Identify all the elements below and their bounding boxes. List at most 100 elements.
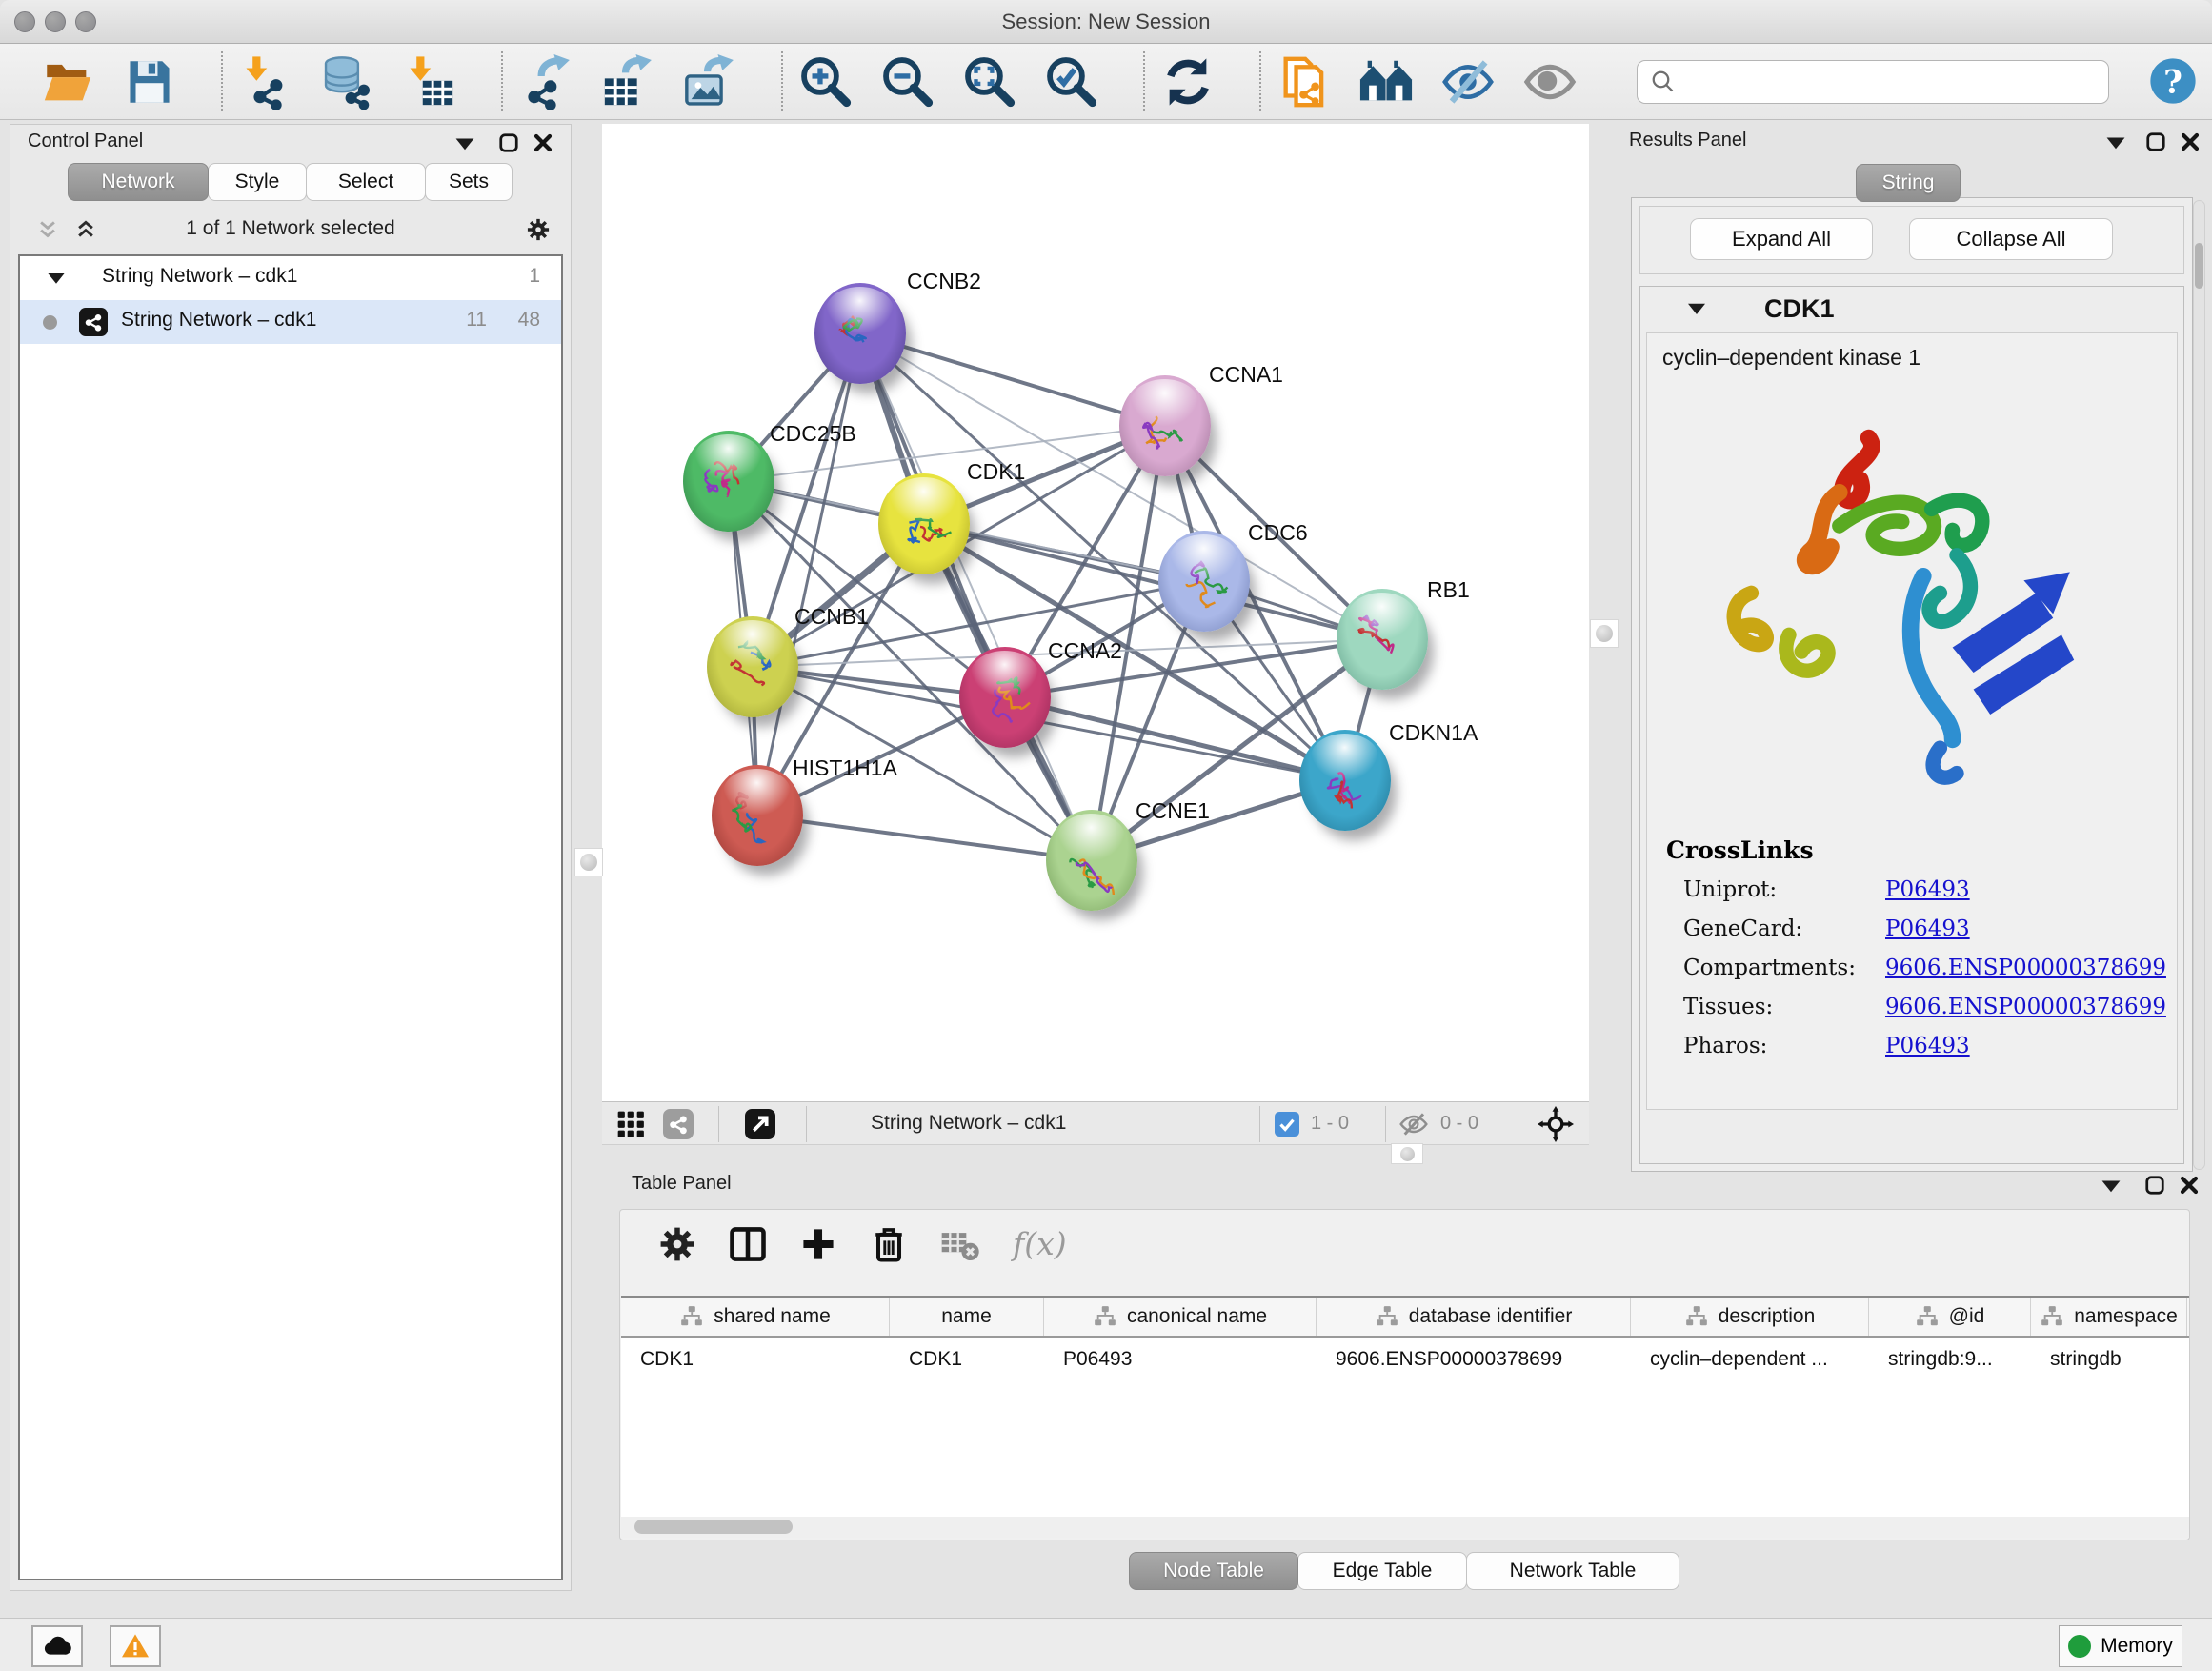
network-node-RB1[interactable] xyxy=(1337,589,1428,690)
string-view-icon[interactable] xyxy=(663,1109,694,1139)
grid-view-icon[interactable] xyxy=(615,1109,646,1139)
network-node-CCNB2[interactable] xyxy=(814,283,906,384)
crosslink-link[interactable]: P06493 xyxy=(1885,877,1970,902)
bottom-splitter-handle[interactable] xyxy=(1391,1143,1423,1164)
main-toolbar: ? xyxy=(0,44,2212,120)
memory-label: Memory xyxy=(2101,1635,2173,1658)
network-node-CCNE1[interactable] xyxy=(1046,810,1137,911)
table-options-gear-icon[interactable] xyxy=(656,1223,698,1265)
cloud-status-button[interactable] xyxy=(31,1625,83,1667)
clone-network-button[interactable] xyxy=(1277,54,1332,110)
crosslink-row: Uniprot:P06493 xyxy=(1666,877,2166,902)
fit-selected-crosshair-icon[interactable] xyxy=(1538,1106,1574,1142)
crosslink-link[interactable]: 9606.ENSP00000378699 xyxy=(1885,995,2166,1019)
show-all-button[interactable] xyxy=(1522,54,1578,110)
column-header-name[interactable]: name xyxy=(890,1298,1044,1336)
import-network-button[interactable] xyxy=(238,54,293,110)
window-title: Session: New Session xyxy=(0,10,2212,34)
import-table-button[interactable] xyxy=(402,54,457,110)
tab-style[interactable]: Style xyxy=(208,163,307,201)
toolbar-separator xyxy=(1143,51,1145,111)
show-columns-icon[interactable] xyxy=(727,1223,769,1265)
column-header-database-identifier[interactable]: database identifier xyxy=(1317,1298,1631,1336)
column-header-description[interactable]: description xyxy=(1631,1298,1869,1336)
close-panel-icon[interactable] xyxy=(533,132,553,153)
export-network-button[interactable] xyxy=(518,54,573,110)
table-cell: stringdb:9... xyxy=(1869,1338,2031,1381)
network-row[interactable]: String Network – cdk1 11 48 xyxy=(20,300,561,344)
zoom-selected-button[interactable] xyxy=(1044,54,1099,110)
network-node-CDC6[interactable] xyxy=(1158,531,1250,632)
tab-select[interactable]: Select xyxy=(306,163,426,201)
network-collection-row[interactable]: String Network – cdk1 1 xyxy=(20,256,561,300)
close-panel-icon[interactable] xyxy=(2179,1175,2200,1196)
collection-expand-icon[interactable] xyxy=(47,270,66,287)
tab-network[interactable]: Network xyxy=(68,163,209,201)
crosslink-link[interactable]: P06493 xyxy=(1885,1034,1970,1058)
network-node-CDKN1A[interactable] xyxy=(1299,730,1391,831)
search-box[interactable] xyxy=(1637,60,2109,104)
network-node-CDK1[interactable] xyxy=(878,473,970,574)
crosslink-link[interactable]: 9606.ENSP00000378699 xyxy=(1885,956,2166,980)
memory-button[interactable]: Memory xyxy=(2059,1625,2182,1667)
section-collapse-icon[interactable] xyxy=(1686,300,1707,317)
open-session-button[interactable] xyxy=(40,54,95,110)
zoom-in-button[interactable] xyxy=(798,54,854,110)
hide-selected-button[interactable] xyxy=(1440,54,1496,110)
network-node-CCNA1[interactable] xyxy=(1119,375,1211,476)
network-canvas[interactable]: CCNB2CCNA1CDC25BCDK1CDC6RB1CCNB1CCNA2CDK… xyxy=(602,124,1589,1101)
zoom-fit-button[interactable] xyxy=(962,54,1017,110)
warnings-button[interactable] xyxy=(110,1625,161,1667)
table-horizontal-scrollbar[interactable] xyxy=(621,1517,2189,1538)
table-row[interactable]: CDK1CDK1P064939606.ENSP00000378699cyclin… xyxy=(621,1338,2189,1381)
toolbar-separator xyxy=(221,51,223,111)
hierarchy-icon xyxy=(1684,1304,1709,1329)
export-image-button[interactable] xyxy=(682,54,737,110)
crosslink-row: Tissues:9606.ENSP00000378699 xyxy=(1666,995,2166,1019)
toolbar-separator xyxy=(1259,51,1261,111)
close-panel-icon[interactable] xyxy=(2180,131,2201,152)
results-scrollbar[interactable] xyxy=(2193,200,2205,1170)
maximize-panel-icon[interactable] xyxy=(2145,131,2166,152)
detach-view-icon[interactable] xyxy=(745,1109,775,1139)
column-header-canonical-name[interactable]: canonical name xyxy=(1044,1298,1317,1336)
add-column-icon[interactable] xyxy=(797,1223,839,1265)
float-panel-icon[interactable] xyxy=(2105,132,2126,153)
crosslink-link[interactable]: P06493 xyxy=(1885,916,1970,941)
network-node-CCNA2[interactable] xyxy=(959,647,1051,748)
protein-section-header[interactable]: CDK1 xyxy=(1640,287,2183,331)
left-splitter-handle[interactable] xyxy=(574,848,603,876)
selected-checkbox-icon[interactable] xyxy=(1275,1112,1299,1137)
hidden-count-badge: 0 - 0 xyxy=(1440,1113,1478,1135)
first-neighbors-houses-button[interactable] xyxy=(1358,54,1414,110)
collapse-all-button[interactable]: Collapse All xyxy=(1909,218,2113,260)
column-header-shared-name[interactable]: shared name xyxy=(621,1298,890,1336)
network-node-HIST1H1A[interactable] xyxy=(712,765,803,866)
network-node-CCNB1[interactable] xyxy=(707,616,798,717)
network-options-gear-icon[interactable] xyxy=(525,216,552,243)
crosslink-label: Tissues: xyxy=(1666,995,1885,1019)
maximize-panel-icon[interactable] xyxy=(2144,1175,2165,1196)
tab-string[interactable]: String xyxy=(1856,164,1961,202)
refresh-button[interactable] xyxy=(1160,54,1216,110)
hierarchy-icon xyxy=(1093,1304,1117,1329)
float-panel-icon[interactable] xyxy=(454,133,475,154)
float-panel-icon[interactable] xyxy=(2101,1176,2122,1197)
help-button[interactable]: ? xyxy=(2147,55,2199,107)
title-bar: Session: New Session xyxy=(0,0,2212,44)
network-node-CDC25B[interactable] xyxy=(683,431,774,532)
delete-column-icon[interactable] xyxy=(868,1223,910,1265)
tab-network-table[interactable]: Network Table xyxy=(1466,1552,1679,1590)
tab-edge-table[interactable]: Edge Table xyxy=(1297,1552,1467,1590)
column-header-namespace[interactable]: namespace xyxy=(2031,1298,2187,1336)
expand-all-button[interactable]: Expand All xyxy=(1690,218,1873,260)
tab-node-table[interactable]: Node Table xyxy=(1129,1552,1298,1590)
maximize-panel-icon[interactable] xyxy=(498,132,519,153)
import-database-button[interactable] xyxy=(320,54,375,110)
tab-sets[interactable]: Sets xyxy=(425,163,513,201)
zoom-out-button[interactable] xyxy=(880,54,935,110)
save-session-button[interactable] xyxy=(122,54,177,110)
search-input[interactable] xyxy=(1678,63,2108,101)
column-header--id[interactable]: @id xyxy=(1869,1298,2031,1336)
export-table-button[interactable] xyxy=(600,54,655,110)
